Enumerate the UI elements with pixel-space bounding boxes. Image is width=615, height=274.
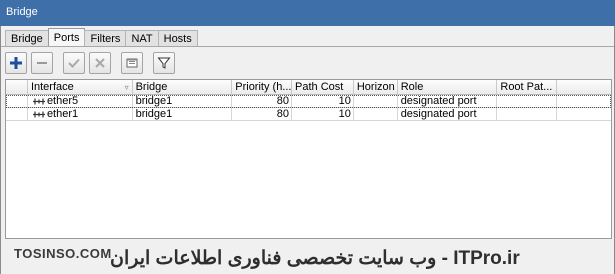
ports-table: Interface ▿ Bridge Priority (h... Path Co… — [5, 79, 612, 239]
horizon-cell — [354, 95, 398, 108]
disable-button[interactable] — [89, 52, 111, 74]
sort-indicator-icon: ▿ — [124, 83, 129, 92]
x-icon — [95, 58, 105, 68]
column-header-extra[interactable] — [557, 80, 611, 95]
tab-hosts[interactable]: Hosts — [157, 30, 198, 47]
tab-filters[interactable]: Filters — [84, 30, 127, 47]
comment-icon — [126, 58, 138, 68]
path-cost-cell: 10 — [292, 95, 354, 108]
plus-icon — [10, 57, 22, 69]
add-button[interactable] — [5, 52, 27, 74]
column-header-path-cost[interactable]: Path Cost — [292, 80, 354, 95]
column-header-interface[interactable]: Interface ▿ — [28, 80, 133, 95]
remove-button[interactable] — [31, 52, 53, 74]
bridge-cell: bridge1 — [133, 108, 233, 121]
column-header-root-path[interactable]: Root Pat... — [497, 80, 558, 95]
toolbar — [5, 52, 175, 74]
interface-cell: ether1 — [28, 108, 133, 121]
tab-divider — [1, 46, 614, 47]
filter-icon — [157, 57, 171, 69]
priority-cell: 80 — [232, 95, 293, 108]
role-cell: designated port — [398, 108, 498, 121]
tab-bridge[interactable]: Bridge — [5, 30, 49, 47]
root-path-cell — [497, 108, 558, 121]
path-cost-cell: 10 — [292, 108, 354, 121]
extra-cell — [557, 95, 611, 108]
column-header-bridge[interactable]: Bridge — [133, 80, 233, 95]
table-header: Interface ▿ Bridge Priority (h... Path Co… — [6, 80, 611, 95]
root-path-cell — [497, 95, 558, 108]
horizon-cell — [354, 108, 398, 121]
tab-bar: Bridge Ports Filters NAT Hosts — [5, 28, 198, 47]
column-header-marker[interactable] — [6, 80, 28, 95]
interface-name: ether1 — [46, 108, 79, 120]
minus-icon — [37, 62, 47, 64]
interface-name: ether5 — [46, 95, 79, 107]
column-header-priority[interactable]: Priority (h... — [232, 80, 293, 95]
filter-button[interactable] — [153, 52, 175, 74]
comment-button[interactable] — [121, 52, 143, 74]
interface-cell: ether5 — [28, 95, 133, 108]
enable-button[interactable] — [63, 52, 85, 74]
row-marker — [6, 95, 28, 108]
watermark-itpro: ITPro.ir - وب سایت تخصصی فناوری اطلاعات … — [110, 248, 520, 269]
ethernet-port-icon — [32, 98, 45, 105]
window-title: Bridge — [0, 0, 615, 26]
tab-ports[interactable]: Ports — [47, 28, 86, 47]
ethernet-port-icon — [32, 111, 45, 118]
table-row[interactable]: ether1 bridge1 80 10 designated port — [6, 108, 611, 121]
row-marker — [6, 108, 28, 121]
bridge-window: Bridge Ports Filters NAT Hosts Interface… — [0, 26, 615, 274]
check-icon — [68, 58, 80, 68]
column-header-role[interactable]: Role — [398, 80, 498, 95]
bridge-cell: bridge1 — [133, 95, 233, 108]
priority-cell: 80 — [232, 108, 293, 121]
tab-nat[interactable]: NAT — [125, 30, 159, 47]
column-header-horizon[interactable]: Horizon — [354, 80, 398, 95]
role-cell: designated port — [398, 95, 498, 108]
extra-cell — [557, 108, 611, 121]
column-header-label: Interface — [30, 81, 74, 93]
watermark-tosinso: TOSINSO.COM — [14, 246, 112, 261]
table-row[interactable]: ether5 bridge1 80 10 designated port — [6, 95, 611, 108]
